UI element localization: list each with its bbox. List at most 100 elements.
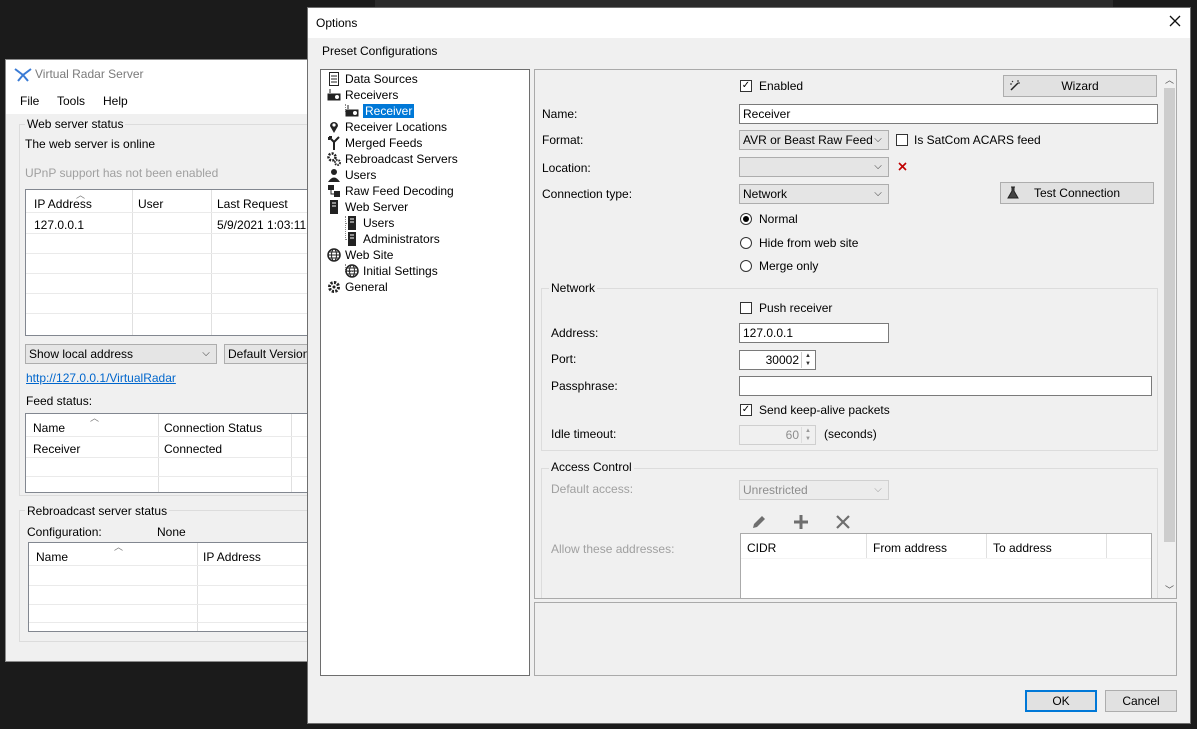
tree-item-receiver[interactable]: Receiver (345, 103, 415, 119)
menu-tools[interactable]: Tools (57, 94, 85, 108)
col-last-request[interactable]: Last Request (217, 197, 288, 211)
spin-arrows-icon[interactable]: ▲ ▼ (801, 427, 814, 443)
port-stepper[interactable]: 30002 ▲ ▼ (739, 350, 816, 370)
col-rebroadcast-name[interactable]: Name (36, 550, 68, 564)
version-value: Default Version (228, 347, 310, 361)
tree-item-general[interactable]: General (327, 279, 388, 295)
radio-merge-label: Merge only (759, 259, 819, 273)
col-from-address[interactable]: From address (873, 541, 947, 555)
col-feed-name[interactable]: Name (33, 421, 65, 435)
local-url-link[interactable]: http://127.0.0.1/VirtualRadar (26, 371, 176, 385)
document-icon (327, 72, 341, 86)
connection-type-value: Network (743, 187, 788, 201)
flask-icon (1006, 186, 1020, 200)
gear-icon (327, 280, 341, 294)
vrs-menu-bar: File Tools Help (6, 92, 316, 112)
idle-timeout-unit: (seconds) (824, 427, 877, 441)
tree-item-web-server-users[interactable]: Users (345, 215, 394, 231)
wizard-label: Wizard (1061, 79, 1099, 93)
idle-timeout-stepper[interactable]: 60 ▲ ▼ (739, 425, 816, 445)
menu-help[interactable]: Help (103, 94, 128, 108)
radio-merge-only[interactable] (740, 260, 752, 272)
cancel-button[interactable]: Cancel (1105, 690, 1177, 712)
connection-type-label: Connection type: (542, 187, 633, 201)
tree-item-raw-feed-decoding[interactable]: Raw Feed Decoding (327, 183, 454, 199)
wizard-button[interactable]: Wizard (1003, 75, 1157, 97)
push-receiver-checkbox[interactable] (740, 302, 752, 314)
tree-item-administrators[interactable]: Administrators (345, 231, 440, 247)
edit-pencil-icon[interactable] (751, 514, 767, 530)
tree-label: Data Sources (345, 72, 418, 86)
delete-x-icon[interactable] (835, 514, 851, 530)
passphrase-label: Passphrase: (551, 379, 618, 393)
version-select[interactable]: Default Version (224, 344, 316, 364)
network-group-label: Network (549, 281, 598, 295)
idle-timeout-value: 60 (785, 428, 799, 442)
rebroadcast-list[interactable]: ︿ Name IP Address (28, 542, 317, 632)
scroll-up-icon[interactable]: ︿ (1165, 73, 1174, 86)
tree-item-data-sources[interactable]: Data Sources (327, 71, 418, 87)
default-access-select[interactable]: Unrestricted ⌵ (739, 480, 889, 500)
ok-button[interactable]: OK (1025, 690, 1097, 712)
options-tree[interactable]: Data Sources Receivers Receiver Receiver… (320, 69, 530, 676)
push-receiver-label: Push receiver (759, 301, 833, 315)
keepalive-checkbox[interactable]: ✓ (740, 404, 752, 416)
tree-item-web-server[interactable]: Web Server (327, 199, 408, 215)
chevron-down-icon: ⌵ (202, 348, 210, 359)
format-select[interactable]: AVR or Beast Raw Feed ⌵ (739, 130, 889, 150)
decode-icon (327, 184, 341, 198)
close-icon[interactable] (1168, 14, 1182, 28)
name-field[interactable]: Receiver (739, 104, 1158, 124)
server-icon (345, 232, 359, 246)
col-cidr[interactable]: CIDR (747, 541, 776, 555)
radio-normal-label: Normal (759, 212, 798, 226)
location-select[interactable]: ⌵ (739, 157, 889, 177)
preset-configurations-menu[interactable]: Preset Configurations (322, 44, 437, 58)
feed-row-name: Receiver (33, 442, 81, 456)
add-plus-icon[interactable] (793, 514, 809, 530)
tree-label: Raw Feed Decoding (345, 184, 454, 198)
rebroadcast-config-label: Configuration: (27, 525, 102, 539)
feed-status-list[interactable]: ︿ Name Connection Status Receiver Connec… (25, 413, 317, 493)
spin-arrows-icon[interactable]: ▲ ▼ (801, 352, 814, 368)
settings-scrollbar[interactable]: ︿ ﹀ (1162, 70, 1176, 598)
tree-item-receivers[interactable]: Receivers (327, 87, 398, 103)
globe-icon (327, 248, 341, 262)
allowed-addresses-list[interactable]: CIDR From address To address (740, 533, 1152, 598)
address-type-select[interactable]: Show local address ⌵ (25, 344, 217, 364)
name-label: Name: (542, 107, 578, 121)
tree-item-initial-settings[interactable]: Initial Settings (345, 263, 438, 279)
scrollbar-thumb[interactable] (1164, 88, 1175, 542)
menu-file[interactable]: File (20, 94, 39, 108)
rebroadcast-status-label: Rebroadcast server status (25, 504, 170, 518)
tree-item-receiver-locations[interactable]: Receiver Locations (327, 119, 447, 135)
tree-item-rebroadcast-servers[interactable]: Rebroadcast Servers (327, 151, 458, 167)
radio-normal[interactable] (740, 213, 752, 225)
chevron-down-icon: ⌵ (874, 134, 882, 145)
clear-location-icon[interactable] (898, 162, 907, 171)
radio-hide-from-web-site[interactable] (740, 237, 752, 249)
tree-item-users[interactable]: Users (327, 167, 376, 183)
address-field[interactable]: 127.0.0.1 (739, 323, 889, 343)
keepalive-label: Send keep-alive packets (759, 403, 890, 417)
tree-label: Receiver (363, 104, 415, 118)
server-icon (345, 216, 359, 230)
tree-label: Initial Settings (363, 264, 438, 278)
satcom-checkbox[interactable] (896, 134, 908, 146)
feed-row-status: Connected (164, 442, 223, 456)
col-user[interactable]: User (138, 197, 163, 211)
vrs-window-title: Virtual Radar Server (35, 67, 144, 81)
col-to-address[interactable]: To address (993, 541, 1052, 555)
col-rebroadcast-ip[interactable]: IP Address (203, 550, 261, 564)
col-connection-status[interactable]: Connection Status (164, 421, 262, 435)
tree-item-web-site[interactable]: Web Site (327, 247, 393, 263)
tree-item-merged-feeds[interactable]: Merged Feeds (327, 135, 422, 151)
access-control-group-label: Access Control (549, 460, 634, 474)
scroll-down-icon[interactable]: ﹀ (1165, 583, 1174, 596)
test-connection-button[interactable]: Test Connection (1000, 182, 1154, 204)
location-pin-icon (327, 120, 341, 134)
web-requests-list[interactable]: IP Address ︿ User Last Request 127.0.0.1… (25, 189, 317, 336)
connection-type-select[interactable]: Network ⌵ (739, 184, 889, 204)
enabled-checkbox[interactable]: ✓ (740, 80, 752, 92)
passphrase-field[interactable] (739, 376, 1152, 396)
